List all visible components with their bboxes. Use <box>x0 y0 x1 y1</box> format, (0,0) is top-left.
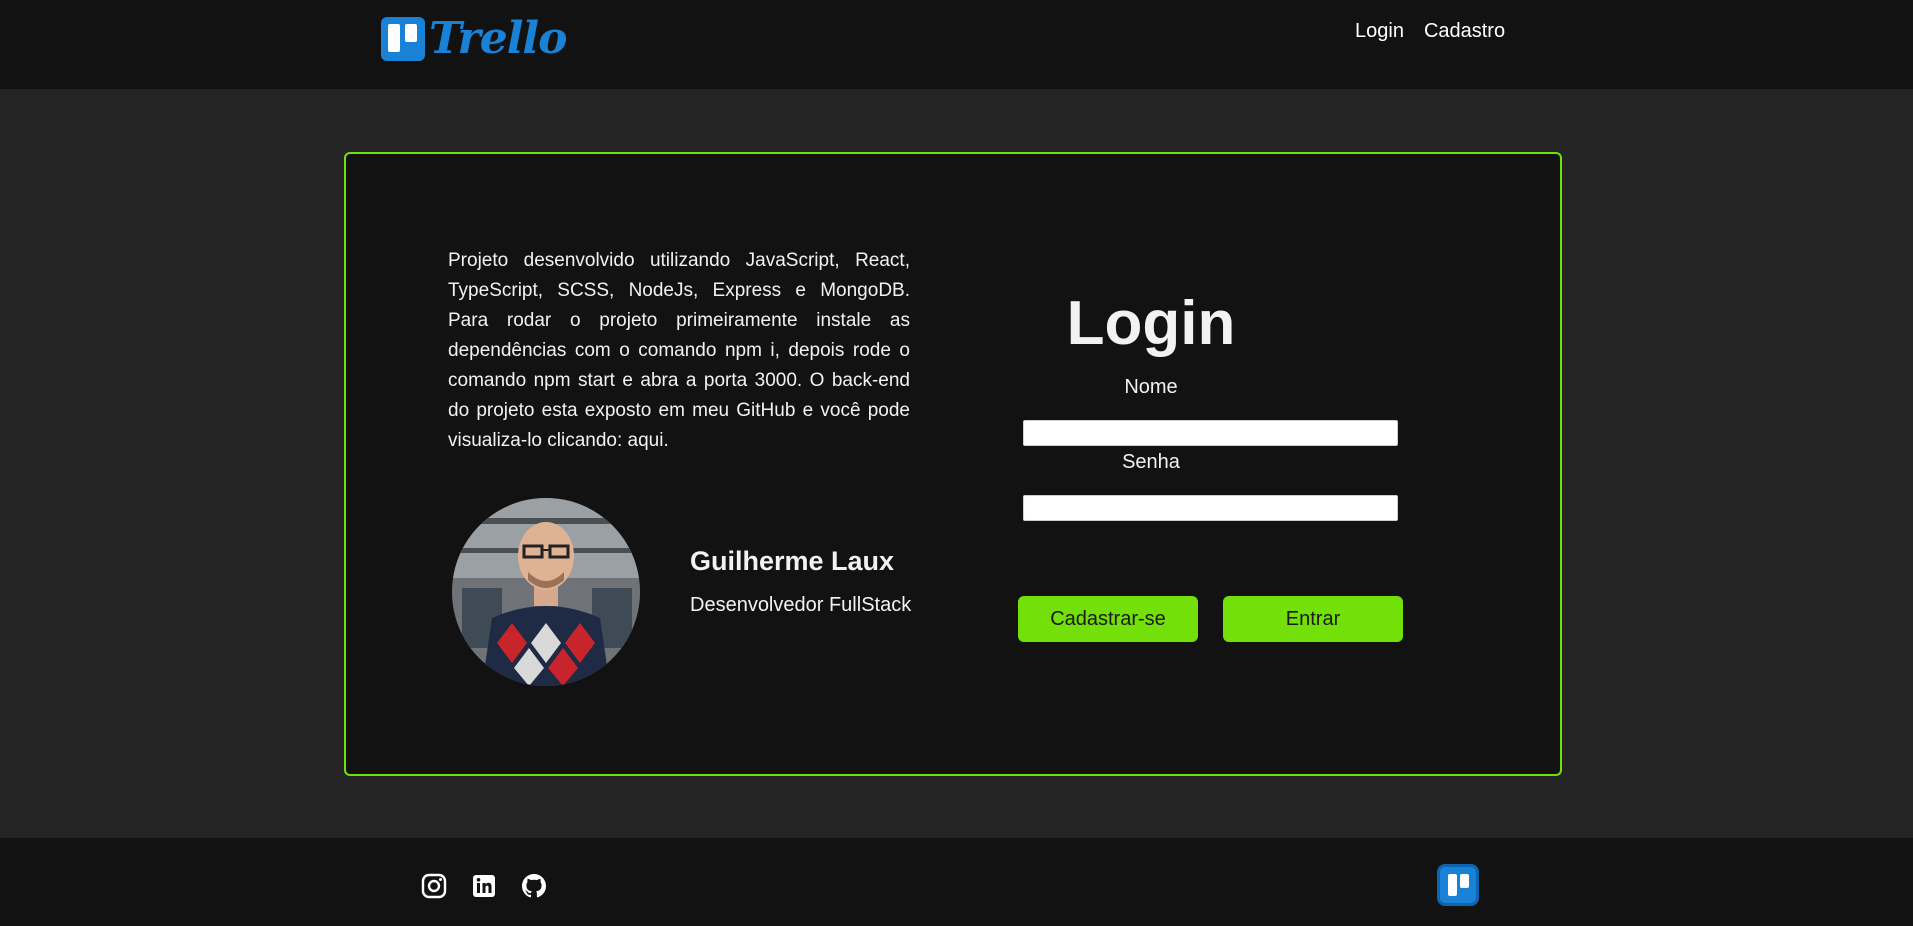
developer-role: Desenvolvedor FullStack <box>690 594 912 616</box>
name-label: Nome <box>1124 376 1178 398</box>
enter-button[interactable]: Entrar <box>1223 596 1403 642</box>
password-input[interactable] <box>1023 495 1398 521</box>
password-label: Senha <box>1122 451 1180 473</box>
name-input[interactable] <box>1023 420 1398 446</box>
nav-login-link[interactable]: Login <box>1355 20 1404 43</box>
github-icon[interactable] <box>520 872 548 900</box>
developer-name: Guilherme Laux <box>690 546 895 576</box>
signup-button[interactable]: Cadastrar-se <box>1018 596 1198 642</box>
main-card: Projeto desenvolvido utilizando JavaScri… <box>344 152 1562 776</box>
header: Trello Login Cadastro <box>0 0 1913 89</box>
social-links <box>420 872 548 900</box>
nav-signup-link[interactable]: Cadastro <box>1424 20 1505 43</box>
logo-text: Trello <box>429 13 567 64</box>
trello-logo[interactable]: Trello <box>381 14 567 64</box>
login-title: Login <box>1066 289 1236 358</box>
top-nav: Login Cadastro <box>1355 20 1505 43</box>
footer <box>0 838 1913 926</box>
avatar <box>452 498 640 686</box>
trello-icon <box>381 17 425 61</box>
instagram-icon[interactable] <box>420 872 448 900</box>
trello-icon[interactable] <box>1437 864 1479 906</box>
linkedin-icon[interactable] <box>470 872 498 900</box>
profile-photo <box>452 498 640 686</box>
project-description: Projeto desenvolvido utilizando JavaScri… <box>448 250 910 451</box>
